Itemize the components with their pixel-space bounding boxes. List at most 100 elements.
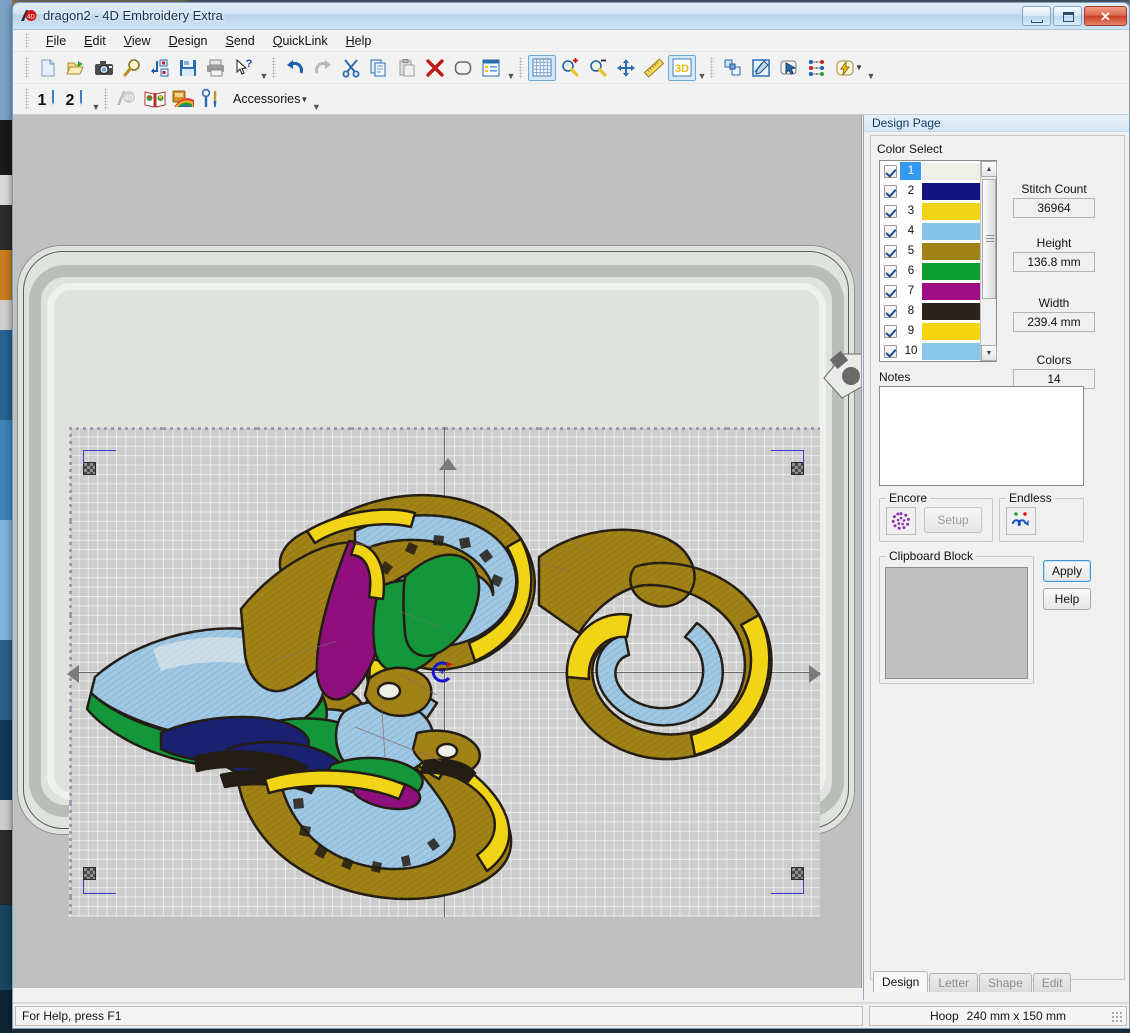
tab-letter[interactable]: Letter: [929, 973, 978, 992]
toolbar-overflow-chevron-3[interactable]: ▼: [696, 55, 708, 81]
design-canvas[interactable]: [13, 115, 862, 988]
nudge-up-arrow[interactable]: [439, 458, 457, 470]
menu-send[interactable]: Send: [217, 32, 264, 50]
accessories-button[interactable]: Accessories: [225, 92, 304, 106]
new-document-icon[interactable]: [34, 55, 62, 81]
color-row-6[interactable]: 6: [880, 261, 996, 281]
toolbar2-grip-1[interactable]: [25, 88, 29, 110]
clipboard-block-preview[interactable]: [885, 567, 1028, 679]
resize-grip[interactable]: [1111, 1011, 1123, 1023]
color-row-2[interactable]: 2: [880, 181, 996, 201]
tab-shape[interactable]: Shape: [979, 973, 1032, 992]
toolbar2-overflow-chevron-1[interactable]: ▼: [90, 86, 102, 112]
menu-file[interactable]: File: [37, 32, 75, 50]
apply-button[interactable]: Apply: [1043, 560, 1091, 582]
copy-pages-icon[interactable]: [365, 55, 393, 81]
color-checkbox-9[interactable]: [884, 325, 897, 338]
color-row-1[interactable]: 1: [880, 161, 996, 181]
notes-input[interactable]: [879, 386, 1084, 486]
paste-clipboard-icon[interactable]: [393, 55, 421, 81]
minimize-button[interactable]: [1022, 6, 1051, 26]
camera-icon[interactable]: [90, 55, 118, 81]
rainbow-box-icon[interactable]: [169, 86, 197, 112]
scissors-cut-icon[interactable]: [337, 55, 365, 81]
help-button[interactable]: Help: [1043, 588, 1091, 610]
menubar-grip[interactable]: [25, 33, 29, 49]
tools-dropdown-caret[interactable]: ▼: [855, 63, 863, 72]
menu-help[interactable]: Help: [337, 32, 381, 50]
hoop-outline-icon[interactable]: [449, 55, 477, 81]
encore-setup-button[interactable]: Setup: [924, 507, 982, 533]
node-points-icon[interactable]: [803, 55, 831, 81]
color-row-7[interactable]: 7: [880, 281, 996, 301]
color-checkbox-2[interactable]: [884, 185, 897, 198]
undo-arrow-icon[interactable]: [281, 55, 309, 81]
color-checkbox-6[interactable]: [884, 265, 897, 278]
edit-shape-icon[interactable]: [747, 55, 775, 81]
needle-2-icon[interactable]: 2: [62, 86, 90, 112]
select-arrow-box-icon[interactable]: [775, 55, 803, 81]
tools-icon[interactable]: [197, 86, 225, 112]
color-row-5[interactable]: 5: [880, 241, 996, 261]
color-checkbox-3[interactable]: [884, 205, 897, 218]
design-properties-icon[interactable]: [477, 55, 505, 81]
color-checkbox-8[interactable]: [884, 305, 897, 318]
delete-x-icon[interactable]: [421, 55, 449, 81]
ruler-measure-icon[interactable]: [640, 55, 668, 81]
color-list-scrollbar[interactable]: ▲ ▼: [980, 161, 996, 361]
pan-move-icon[interactable]: [612, 55, 640, 81]
color-checkbox-7[interactable]: [884, 285, 897, 298]
zoom-in-icon[interactable]: [556, 55, 584, 81]
accessories-dropdown-caret[interactable]: ▼: [300, 95, 308, 104]
toolbar-grip-3[interactable]: [519, 57, 523, 79]
tab-edit[interactable]: Edit: [1033, 973, 1072, 992]
color-checkbox-1[interactable]: [884, 165, 897, 178]
origin-marker-icon[interactable]: [430, 659, 456, 685]
menu-design[interactable]: Design: [160, 32, 217, 50]
color-checkbox-5[interactable]: [884, 245, 897, 258]
open-folder-icon[interactable]: [62, 55, 90, 81]
insert-design-icon[interactable]: [146, 55, 174, 81]
tab-design[interactable]: Design: [873, 971, 928, 992]
menu-view[interactable]: View: [115, 32, 160, 50]
color-row-10[interactable]: 10: [880, 341, 996, 361]
stitch-area[interactable]: [69, 427, 820, 917]
toolbar-overflow-chevron-1[interactable]: ▼: [258, 55, 270, 81]
toolbar2-grip-2[interactable]: [104, 88, 108, 110]
encore-circle-icon[interactable]: [886, 507, 916, 535]
toolbar-overflow-chevron-2[interactable]: ▼: [505, 55, 517, 81]
redo-arrow-icon[interactable]: [309, 55, 337, 81]
close-button[interactable]: ✕: [1084, 6, 1127, 26]
color-row-9[interactable]: 9: [880, 321, 996, 341]
help-pointer-icon[interactable]: ?: [230, 55, 258, 81]
4d-disabled-icon[interactable]: 4D: [113, 86, 141, 112]
color-checkbox-10[interactable]: [884, 345, 897, 358]
printer-icon[interactable]: [202, 55, 230, 81]
maximize-button[interactable]: [1053, 6, 1082, 26]
selection-handle-bottom-left[interactable]: [83, 867, 96, 880]
book-flowers-icon[interactable]: [141, 86, 169, 112]
color-row-4[interactable]: 4: [880, 221, 996, 241]
scroll-down-arrow-icon[interactable]: ▼: [981, 345, 997, 361]
title-bar[interactable]: 4D dragon2 - 4D Embroidery Extra ✕: [13, 3, 1129, 30]
color-row-3[interactable]: 3: [880, 201, 996, 221]
toolbar-overflow-chevron-4[interactable]: ▼: [865, 55, 877, 81]
color-checkbox-4[interactable]: [884, 225, 897, 238]
nudge-right-arrow[interactable]: [809, 665, 821, 683]
toolbar-grip-2[interactable]: [272, 57, 276, 79]
scroll-up-arrow-icon[interactable]: ▲: [981, 161, 997, 177]
nudge-left-arrow[interactable]: [67, 665, 79, 683]
group-shapes-icon[interactable]: [719, 55, 747, 81]
grid-icon[interactable]: [528, 55, 556, 81]
toolbar-grip-1[interactable]: [25, 57, 29, 79]
endless-swirl-icon[interactable]: [1006, 507, 1036, 535]
needle-1-icon[interactable]: 1: [34, 86, 62, 112]
menu-quicklink[interactable]: QuickLink: [264, 32, 337, 50]
save-floppy-icon[interactable]: [174, 55, 202, 81]
3d-view-icon[interactable]: 3D: [668, 55, 696, 81]
toolbar-grip-4[interactable]: [710, 57, 714, 79]
selection-handle-bottom-right[interactable]: [791, 867, 804, 880]
scrollbar-thumb[interactable]: [982, 179, 996, 299]
menu-edit[interactable]: Edit: [75, 32, 115, 50]
color-row-8[interactable]: 8: [880, 301, 996, 321]
